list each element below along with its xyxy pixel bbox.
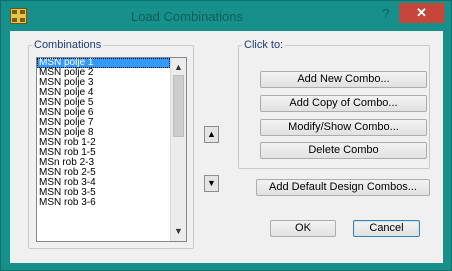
title-bar[interactable]: Load Combinations ? ✕: [1, 1, 451, 31]
scroll-thumb[interactable]: [173, 75, 184, 137]
close-button[interactable]: ✕: [399, 3, 444, 23]
dialog-window: Load Combinations ? ✕ Combinations MSN p…: [0, 0, 452, 271]
add-new-combo-button[interactable]: Add New Combo...: [260, 71, 427, 88]
combinations-list: MSN polje 1 MSN polje 2 MSN polje 3 MSN pol…: [37, 58, 186, 208]
move-up-button[interactable]: ▲: [204, 126, 219, 143]
scroll-up-icon[interactable]: ▲: [171, 60, 186, 75]
list-scrollbar[interactable]: ▲ ▼: [170, 58, 186, 241]
list-item[interactable]: MSN rob 3-6: [37, 198, 170, 208]
combinations-listbox[interactable]: MSN polje 1 MSN polje 2 MSN polje 3 MSN pol…: [36, 57, 187, 242]
combinations-label: Combinations: [32, 39, 104, 52]
dialog-body: Combinations MSN polje 1 MSN polje 2 MSN p…: [10, 31, 443, 263]
cancel-button[interactable]: Cancel: [353, 220, 420, 237]
window-title: Load Combinations: [130, 9, 244, 24]
click-to-label: Click to:: [242, 39, 286, 52]
modify-show-combo-button[interactable]: Modify/Show Combo...: [260, 119, 427, 136]
ok-button[interactable]: OK: [270, 220, 336, 237]
move-down-button[interactable]: ▼: [204, 175, 219, 192]
combinations-group: Combinations MSN polje 1 MSN polje 2 MSN p…: [28, 39, 194, 249]
scroll-down-icon[interactable]: ▼: [171, 224, 186, 239]
help-button[interactable]: ?: [377, 5, 395, 23]
add-copy-combo-button[interactable]: Add Copy of Combo...: [260, 95, 427, 112]
delete-combo-button[interactable]: Delete Combo: [260, 142, 427, 159]
add-default-design-combos-button[interactable]: Add Default Design Combos...: [256, 179, 430, 196]
